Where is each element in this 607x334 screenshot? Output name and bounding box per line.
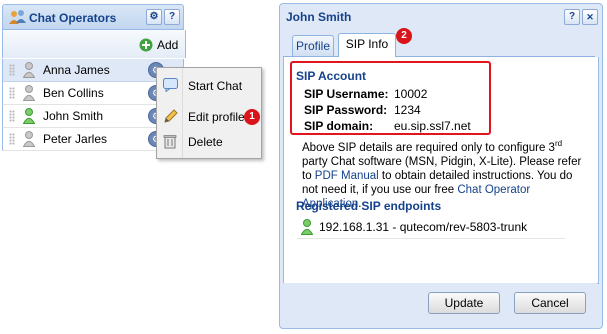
operator-context-menu: Start Chat Edit profile 1 Delete	[156, 67, 262, 159]
menu-item-delete[interactable]: Delete	[157, 131, 261, 153]
sip-password-label: SIP Password:	[304, 103, 388, 117]
close-icon[interactable]: ✕	[582, 9, 598, 25]
help-icon[interactable]: ?	[164, 9, 180, 25]
drag-handle[interactable]	[9, 110, 15, 122]
drag-handle[interactable]	[9, 133, 15, 145]
sip-info-panel: SIP Account SIP Username: 10002 SIP Pass…	[283, 57, 599, 284]
menu-item-label: Start Chat	[188, 79, 243, 93]
menu-item-label: Delete	[188, 135, 223, 149]
user-offline-icon	[22, 85, 36, 104]
tab-sip-info[interactable]: SIP Info	[338, 33, 396, 57]
panel-toolbar: Add	[2, 30, 186, 58]
sip-domain-label: SIP domain:	[304, 119, 374, 133]
panel-title: Chat Operators	[29, 11, 117, 25]
panel-header: Chat Operators ⚙ ?	[2, 4, 184, 30]
chat-icon	[163, 78, 178, 95]
gear-icon[interactable]: ⚙	[146, 9, 162, 25]
menu-item-label: Edit profile	[188, 110, 245, 124]
operator-name: John Smith	[43, 109, 104, 123]
dialog-footer: Update Cancel	[283, 283, 597, 323]
operator-name: Peter Jarles	[43, 132, 108, 146]
user-offline-icon	[22, 62, 36, 81]
drag-handle[interactable]	[9, 64, 15, 76]
info-text: Above SIP details are required only to c…	[302, 141, 555, 154]
pdf-manual-link[interactable]: PDF Manual	[315, 170, 379, 182]
info-superscript: rd	[554, 139, 563, 148]
sip-domain-value: eu.sip.ssl7.net	[394, 119, 471, 133]
menu-item-start-chat[interactable]: Start Chat	[157, 75, 261, 97]
step-badge-1: 1	[244, 109, 260, 125]
step-badge-2: 2	[396, 28, 412, 44]
trash-icon	[163, 134, 177, 152]
operator-dialog: John Smith ? ✕ Profile SIP Info 2 SIP Ac…	[279, 3, 603, 329]
operators-group-icon	[9, 9, 27, 28]
sip-username-label: SIP Username:	[304, 87, 389, 101]
user-offline-icon	[22, 131, 36, 150]
cancel-button[interactable]: Cancel	[514, 292, 586, 314]
add-icon	[139, 38, 153, 55]
tab-profile[interactable]: Profile	[292, 35, 334, 56]
drag-handle[interactable]	[9, 87, 15, 99]
update-button[interactable]: Update	[428, 292, 500, 314]
endpoint-row: 192.168.1.31 - qutecom/rev-5803-trunk	[297, 216, 565, 239]
add-label: Add	[157, 38, 179, 52]
tab-strip: Profile SIP Info 2	[283, 28, 595, 57]
endpoint-text: 192.168.1.31 - qutecom/rev-5803-trunk	[319, 220, 528, 234]
sip-password-value: 1234	[394, 103, 421, 117]
operator-name: Ben Collins	[43, 86, 104, 100]
sip-username-value: 10002	[394, 87, 428, 101]
user-online-icon	[300, 219, 314, 238]
endpoints-heading: Registered SIP endpoints	[296, 199, 442, 213]
sip-account-heading: SIP Account	[296, 69, 367, 83]
dialog-title: John Smith	[286, 10, 352, 24]
pencil-icon	[163, 109, 178, 127]
help-icon[interactable]: ?	[564, 9, 580, 25]
user-online-icon	[22, 108, 36, 127]
operator-name: Anna James	[43, 63, 110, 77]
